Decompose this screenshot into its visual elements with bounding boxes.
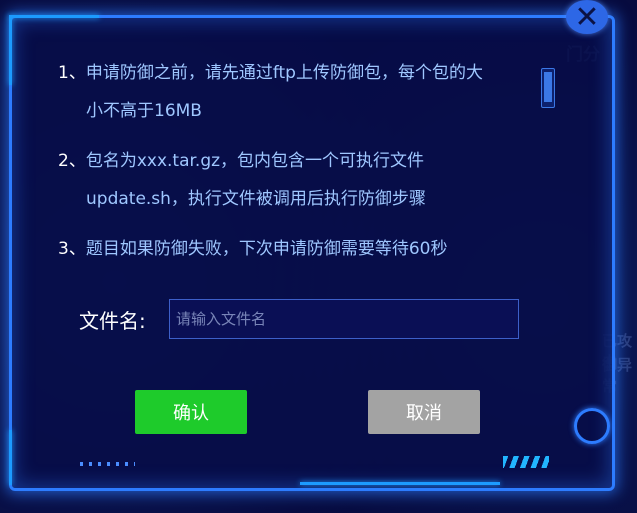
frame-accent-bottom-left	[9, 430, 12, 485]
confirm-button[interactable]: 确认	[135, 390, 247, 434]
scrollbar-thumb[interactable]	[544, 72, 552, 102]
cancel-button[interactable]: 取消	[368, 390, 480, 434]
instruction-item-2: 2、包名为xxx.tar.gz，包内包含一个可执行文件 update.sh，执行…	[58, 142, 528, 218]
filename-input[interactable]	[169, 299, 519, 339]
instruction-text: 申请防御之前，请先通过ftp上传防御包，每个包的大	[85, 63, 483, 83]
decor-ring	[574, 408, 610, 444]
instruction-text-cont: update.sh，执行文件被调用后执行防御步骤	[86, 189, 426, 209]
instruction-item-3: 3、题目如果防御失败，下次申请防御需要等待60秒	[58, 230, 528, 268]
instruction-text: 包名为xxx.tar.gz，包内包含一个可执行文件	[85, 151, 425, 171]
scrollbar[interactable]	[541, 68, 555, 108]
instruction-item-1: 1、申请防御之前，请先通过ftp上传防御包，每个包的大 小不高于16MB	[58, 54, 528, 130]
decor-dots	[80, 462, 135, 466]
frame-accent-top	[9, 15, 99, 18]
frame-accent-left	[9, 15, 12, 85]
filename-label: 文件名:	[79, 309, 146, 333]
instruction-number: 3、	[58, 239, 86, 259]
decor-stripes	[503, 456, 549, 468]
instruction-number: 1、	[58, 63, 86, 83]
instructions: 1、申请防御之前，请先通过ftp上传防御包，每个包的大 小不高于16MB 2、包…	[58, 54, 528, 280]
instruction-number: 2、	[58, 151, 86, 171]
close-button[interactable]: ✕	[566, 0, 608, 35]
frame-accent-bottom	[300, 482, 500, 485]
instruction-text-cont: 小不高于16MB	[86, 101, 202, 121]
instruction-text: 题目如果防御失败，下次申请防御需要等待60秒	[85, 239, 448, 259]
close-icon: ✕	[574, 0, 600, 35]
